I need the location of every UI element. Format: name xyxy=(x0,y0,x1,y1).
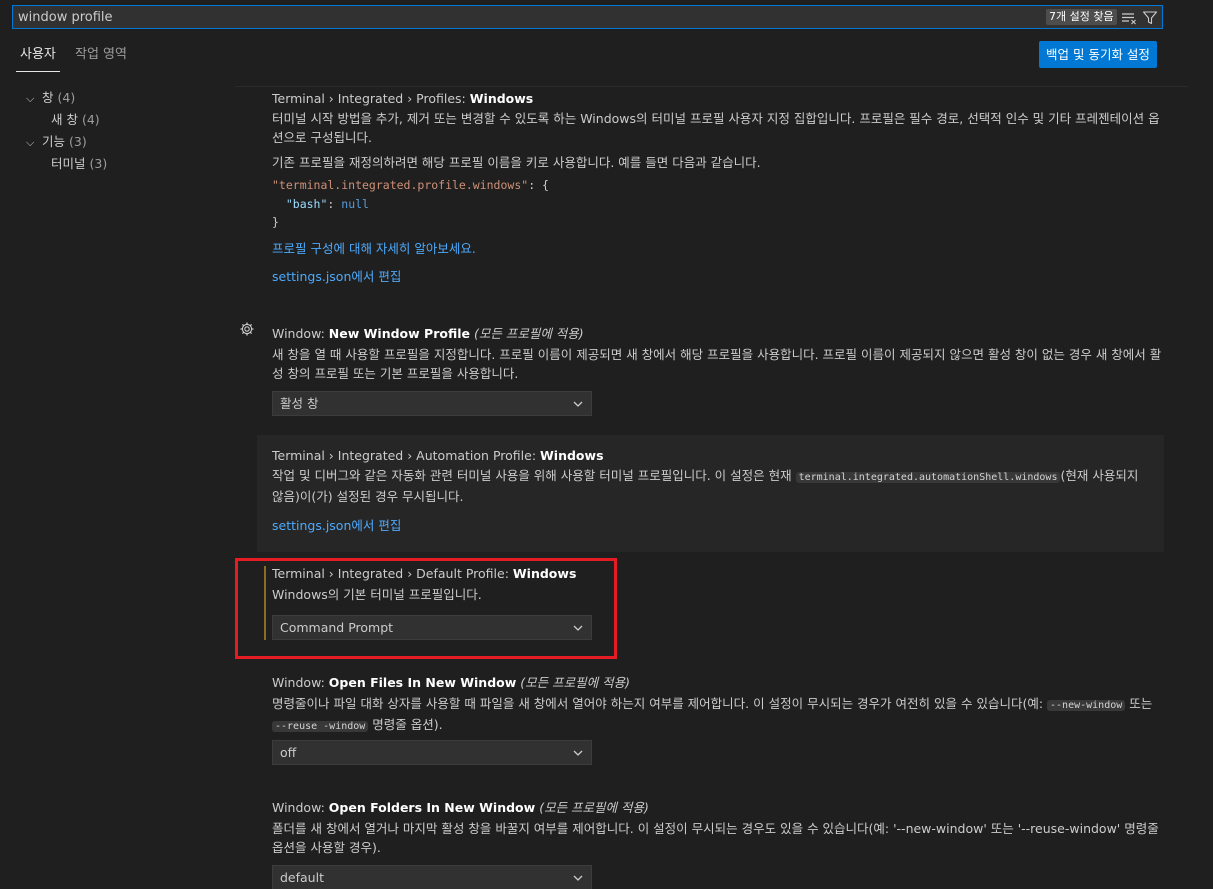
toc-item-new-window[interactable]: 새 창 (4) xyxy=(51,110,100,130)
chevron-down-icon xyxy=(573,625,583,631)
tab-workspace[interactable]: 작업 영역 xyxy=(75,40,127,72)
chevron-down-icon xyxy=(573,875,583,881)
tab-user[interactable]: 사용자 xyxy=(16,40,60,72)
setting-key: Windows xyxy=(540,448,604,463)
select-value: off xyxy=(280,745,297,760)
settings-list: Terminal › Integrated › Profiles: Window… xyxy=(235,88,1188,889)
setting-category: Terminal › Integrated › Default Profile: xyxy=(272,566,513,581)
setting-default-profile-windows: Terminal › Integrated › Default Profile:… xyxy=(272,566,1164,604)
settings-search-bar[interactable]: 7개 설정 찾음 xyxy=(12,5,1163,29)
setting-scope: (모든 프로필에 적용) xyxy=(539,800,649,815)
edit-in-settings-json-link[interactable]: settings.json에서 편집 xyxy=(272,269,401,284)
setting-title: Window: Open Files In New Window (모든 프로필에… xyxy=(272,672,1164,691)
json-punct: : { xyxy=(528,178,549,192)
inline-code: terminal.integrated.automationShell.wind… xyxy=(795,472,1061,483)
setting-open-folders-in-new-window: Window: Open Folders In New Window (모든 프로… xyxy=(272,797,1164,857)
desc-text: 명령줄 옵션). xyxy=(368,717,443,732)
json-example: "terminal.integrated.profile.windows": {… xyxy=(272,176,1164,232)
open-files-select[interactable]: off xyxy=(272,740,592,765)
json-null: null xyxy=(341,196,369,211)
setting-description: 새 창을 열 때 사용할 프로필을 지정합니다. 프로필 이름이 제공되면 새 … xyxy=(272,347,1162,381)
open-folders-select[interactable]: default xyxy=(272,865,592,889)
gear-icon[interactable] xyxy=(239,321,255,337)
setting-title: Terminal › Integrated › Profiles: Window… xyxy=(272,91,1164,106)
json-punct: } xyxy=(272,215,279,229)
setting-category: Window: xyxy=(272,800,329,815)
setting-key: Open Folders In New Window xyxy=(328,800,536,815)
setting-title: Window: New Window Profile (모든 프로필에 적용) xyxy=(272,323,1164,342)
select-value: Command Prompt xyxy=(280,620,394,635)
setting-title: Window: Open Folders In New Window (모든 프로… xyxy=(272,797,1164,816)
setting-description: Windows의 기본 터미널 프로필입니다. xyxy=(272,587,482,602)
setting-category: Window: xyxy=(272,326,329,341)
filter-icon[interactable] xyxy=(1142,10,1158,26)
setting-key: New Window Profile xyxy=(328,326,470,341)
setting-description: 터미널 시작 방법을 추가, 제거 또는 변경할 수 있도록 하는 Window… xyxy=(272,111,1160,145)
setting-profiles-windows: Terminal › Integrated › Profiles: Window… xyxy=(272,91,1164,285)
setting-description-example: 기존 프로필을 재정의하려면 해당 프로필 이름을 키로 사용합니다. 예를 들… xyxy=(272,155,761,170)
clear-filter-icon[interactable] xyxy=(1121,10,1137,26)
setting-title: Terminal › Integrated › Automation Profi… xyxy=(272,448,1152,463)
default-profile-select[interactable]: Command Prompt xyxy=(272,615,592,640)
inline-code: --new-window xyxy=(1047,700,1126,711)
setting-key: Open Files In New Window xyxy=(328,675,517,690)
content-scrollbar[interactable] xyxy=(1188,88,1202,889)
json-punct: : xyxy=(327,196,342,211)
setting-new-window-profile: Window: New Window Profile (모든 프로필에 적용) 새… xyxy=(272,323,1164,383)
toc-item-features[interactable]: ⌵ 기능 (3) xyxy=(26,132,87,152)
desc-text: 명령줄이나 파일 대화 상자를 사용할 때 파일을 새 창에서 열어야 하는지 … xyxy=(272,696,1048,711)
toc-label: 창 xyxy=(42,90,54,105)
chevron-down-icon: ⌵ xyxy=(26,92,35,105)
setting-category: Terminal › Integrated › Automation Profi… xyxy=(272,448,541,463)
chevron-down-icon xyxy=(573,401,583,407)
setting-title: Terminal › Integrated › Default Profile:… xyxy=(272,566,1164,581)
search-result-count: 7개 설정 찾음 xyxy=(1046,9,1117,25)
setting-description: 작업 및 디버그와 같은 자동화 관련 터미널 사용을 위해 사용할 터미널 프… xyxy=(272,466,1152,506)
toc-count: (3) xyxy=(69,134,87,149)
header-divider xyxy=(235,86,1188,87)
desc-text: 작업 및 디버그와 같은 자동화 관련 터미널 사용을 위해 사용할 터미널 프… xyxy=(272,468,796,483)
inline-code: --reuse -window xyxy=(272,721,369,732)
chevron-down-icon xyxy=(573,750,583,756)
toc-item-window[interactable]: ⌵ 창 (4) xyxy=(26,88,75,108)
json-inner-key: "bash" xyxy=(285,196,328,211)
edit-in-settings-json-link[interactable]: settings.json에서 편집 xyxy=(272,518,401,533)
setting-key: Windows xyxy=(512,566,577,581)
toc-item-terminal[interactable]: 터미널 (3) xyxy=(51,154,107,174)
setting-open-files-in-new-window: Window: Open Files In New Window (모든 프로필에… xyxy=(272,672,1164,736)
modified-indicator xyxy=(264,566,266,640)
select-value: default xyxy=(280,870,324,885)
toc-count: (3) xyxy=(89,156,108,171)
setting-category: Terminal › Integrated › Profiles: xyxy=(272,91,470,106)
setting-scope: (모든 프로필에 적용) xyxy=(520,675,630,690)
desc-text: 또는 xyxy=(1125,696,1153,711)
profile-docs-link[interactable]: 프로필 구성에 대해 자세히 알아보세요. xyxy=(272,241,476,256)
setting-scope: (모든 프로필에 적용) xyxy=(473,326,584,341)
setting-category: Window: xyxy=(272,675,329,690)
new-window-profile-select[interactable]: 활성 창 xyxy=(272,391,592,416)
toc-count: (4) xyxy=(81,112,100,127)
setting-description: 폴더를 새 창에서 열거나 마지막 활성 창을 바꿀지 여부를 제어합니다. 이… xyxy=(272,821,1159,855)
setting-key: Windows xyxy=(469,91,534,106)
toc-count: (4) xyxy=(57,90,76,105)
backup-sync-button[interactable]: 백업 및 동기화 설정 xyxy=(1039,41,1157,68)
json-key: "terminal.integrated.profile.windows" xyxy=(272,178,529,192)
toc-label: 터미널 xyxy=(51,156,86,171)
search-input[interactable] xyxy=(18,6,918,28)
toc-label: 기능 xyxy=(42,134,66,149)
setting-automation-profile: Terminal › Integrated › Automation Profi… xyxy=(257,435,1164,552)
toc-label: 새 창 xyxy=(51,112,78,127)
setting-description: 명령줄이나 파일 대화 상자를 사용할 때 파일을 새 창에서 열어야 하는지 … xyxy=(272,694,1164,736)
chevron-down-icon: ⌵ xyxy=(26,136,35,149)
select-value: 활성 창 xyxy=(280,396,319,411)
